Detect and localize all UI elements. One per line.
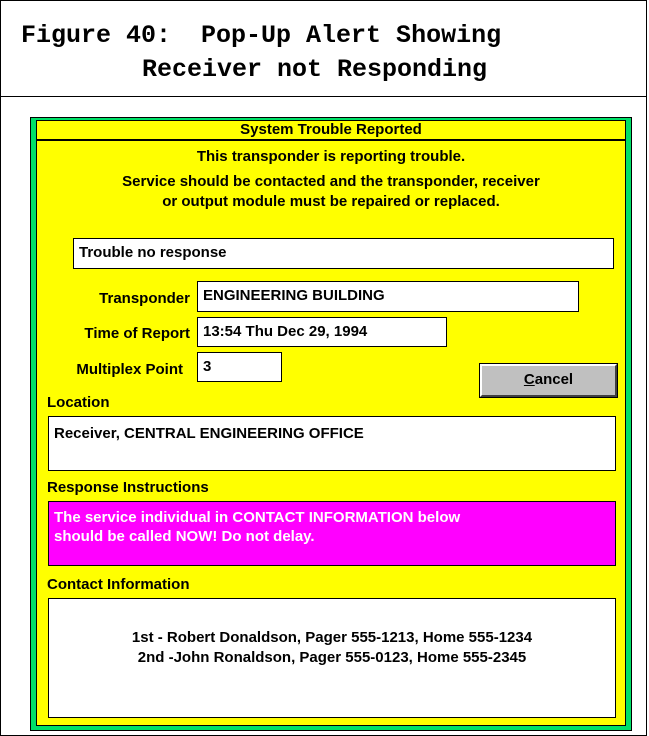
cancel-button-label: ancel — [534, 371, 574, 388]
figure-caption-line-1: Figure 40: Pop-Up Alert Showing — [21, 21, 502, 50]
figure-caption-line-2: Receiver not Responding — [142, 55, 488, 84]
cancel-button-mnemonic: C — [523, 371, 535, 388]
instructions-line-2: should be called NOW! Do not delay. — [54, 528, 315, 545]
figure-caption-box: Figure 40: Pop-Up Alert Showing Receiver… — [0, 0, 647, 97]
contact-line-1: 1st - Robert Donaldson, Pager 555-1213, … — [131, 629, 533, 646]
multiplex-point-label: Multiplex Point — [76, 361, 183, 378]
response-instructions-field: The service individual in CONTACT INFORM… — [48, 501, 616, 566]
location-label: Location — [47, 394, 110, 411]
time-of-report-field: 13:54 Thu Dec 29, 1994 — [197, 317, 447, 347]
multiplex-point-field: 3 — [197, 352, 282, 382]
transponder-field: ENGINEERING BUILDING — [197, 281, 579, 312]
time-of-report-label: Time of Report — [84, 325, 190, 342]
transponder-label: Transponder — [99, 290, 190, 307]
contact-information-label: Contact Information — [47, 576, 190, 593]
dialog-title-bar[interactable]: System Trouble Reported — [36, 120, 626, 140]
contact-line-2: 2nd -John Ronaldson, Pager 555-0123, Hom… — [137, 649, 527, 666]
trouble-status-field: Trouble no response — [73, 238, 614, 269]
alert-message-line-3: or output module must be repaired or rep… — [162, 193, 500, 210]
dialog-body: This transponder is reporting trouble. S… — [36, 140, 626, 726]
location-field: Receiver, CENTRAL ENGINEERING OFFICE — [48, 416, 616, 471]
contact-information-field: 1st - Robert Donaldson, Pager 555-1213, … — [48, 598, 616, 718]
instructions-line-1: The service individual in CONTACT INFORM… — [54, 509, 461, 526]
trouble-alert-dialog: System Trouble Reported This transponder… — [30, 117, 632, 731]
cancel-button[interactable]: Cancel — [479, 363, 618, 398]
response-instructions-label: Response Instructions — [47, 479, 209, 496]
alert-message-line-2: Service should be contacted and the tran… — [122, 173, 540, 190]
dialog-title: System Trouble Reported — [240, 121, 422, 138]
alert-message-line-1: This transponder is reporting trouble. — [196, 148, 466, 165]
